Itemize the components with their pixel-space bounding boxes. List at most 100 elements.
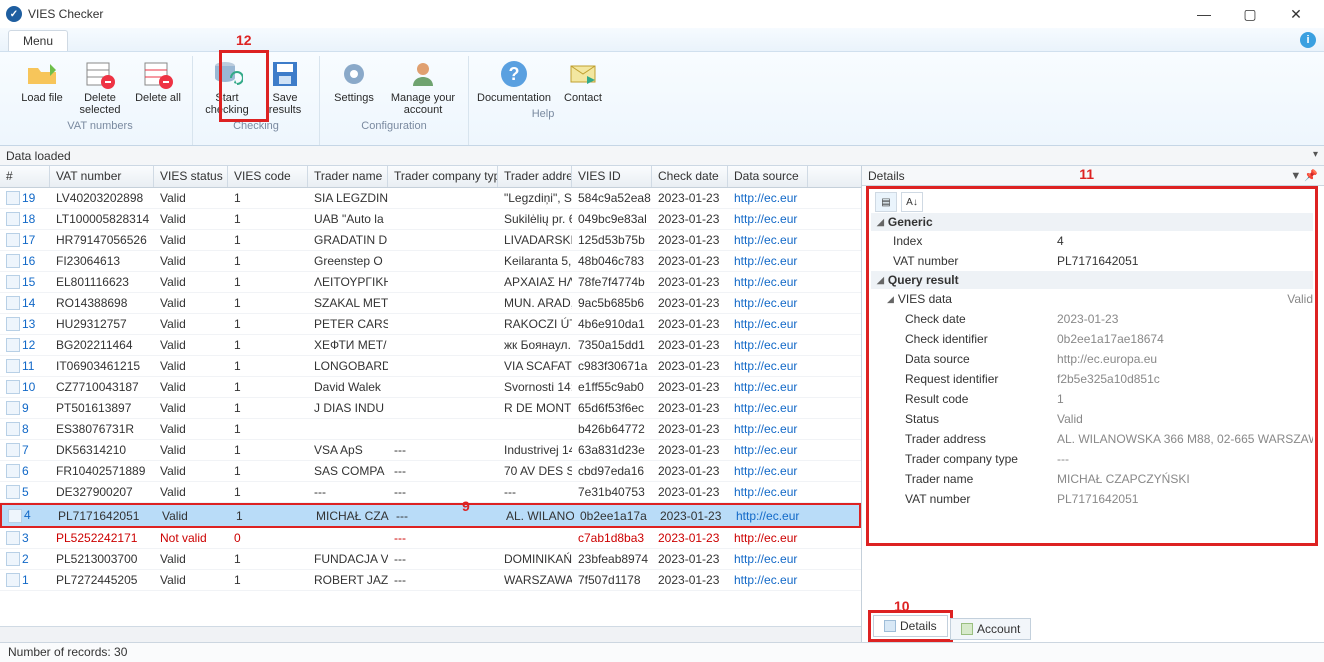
table-row[interactable]: 3PL5252242171Not valid0---c7ab1d8ba32023… <box>0 528 861 549</box>
table-row[interactable]: 9PT501613897Valid1J DIAS INDUR DE MONTE6… <box>0 398 861 419</box>
table-row[interactable]: 15EL801116623Valid1ΛΕΙΤΟΥΡΓΙΚΗΑΡΧΑΙΑΣ ΗΛ… <box>0 272 861 293</box>
prop-data-source: Data sourcehttp://ec.europa.eu <box>871 349 1313 369</box>
close-button[interactable]: ✕ <box>1282 6 1310 23</box>
grid-h-scrollbar[interactable] <box>0 626 861 642</box>
col-data-source[interactable]: Data source <box>728 166 808 187</box>
help-doc-icon: ? <box>498 58 530 90</box>
col-index[interactable]: # <box>0 166 50 187</box>
load-file-button[interactable]: Load file <box>14 56 70 118</box>
user-account-icon <box>407 58 439 90</box>
grid-body[interactable]: 19LV40203202898Valid1SIA LEGZDIN"Legzdiņ… <box>0 188 861 626</box>
table-row[interactable]: 1PL7272445205Valid1ROBERT JAZ---WARSZAWA… <box>0 570 861 591</box>
database-refresh-icon <box>211 58 243 90</box>
contact-button[interactable]: Contact <box>555 56 611 106</box>
ribbon-group-configuration: Settings Manage your account Configurati… <box>320 56 469 145</box>
prop-check-date: Check date2023-01-23 <box>871 309 1313 329</box>
table-row[interactable]: 7DK56314210Valid1VSA ApS---Industrivej 1… <box>0 440 861 461</box>
account-tab-wrap: Account <box>948 616 1033 642</box>
floppy-save-icon <box>269 58 301 90</box>
footer: Number of records: 30 <box>0 642 1324 662</box>
table-row[interactable]: 12BG202211464Valid1ХЕФТИ МЕТ/жк Боянаул.… <box>0 335 861 356</box>
col-vies-status[interactable]: VIES status <box>154 166 228 187</box>
prop-index: Index4 <box>871 231 1313 251</box>
menu-tab[interactable]: Menu <box>8 30 68 51</box>
prop-vat-number: VAT numberPL7171642051 <box>871 489 1313 509</box>
col-vies-code[interactable]: VIES code <box>228 166 308 187</box>
options-dropdown-icon[interactable]: ▾ <box>1313 149 1318 160</box>
tab-details[interactable]: Details <box>873 615 948 637</box>
results-grid: # VAT number VIES status VIES code Trade… <box>0 166 862 642</box>
property-grid: ▤ A↓ ◢Generic Index4 VAT numberPL7171642… <box>866 186 1318 546</box>
settings-button[interactable]: Settings <box>326 56 382 118</box>
prop-vatnumber: VAT numberPL7171642051 <box>871 251 1313 271</box>
ribbon-group-vat: Load file Delete selected Delete all VAT… <box>8 56 193 145</box>
table-row[interactable]: 2PL5213003700Valid1FUNDACJA V---DOMINIKA… <box>0 549 861 570</box>
prop-vies-data[interactable]: ◢VIES dataValid <box>871 289 1313 309</box>
prop-check-identifier: Check identifier0b2ee1a17ae18674 <box>871 329 1313 349</box>
details-header: Details ▼ 📌 <box>862 166 1324 186</box>
prop-request-identifier: Request identifierf2b5e325a10d851c <box>871 369 1313 389</box>
window-controls: — ▢ ✕ <box>1190 6 1318 23</box>
table-row[interactable]: 13HU29312757Valid1PETER CARSRAKOCZI ÚT4b… <box>0 314 861 335</box>
table-row[interactable]: 14RO14388698Valid1SZAKAL METMUN. ARAD,9a… <box>0 293 861 314</box>
grid-header: # VAT number VIES status VIES code Trade… <box>0 166 861 188</box>
table-row[interactable]: 10CZ7710043187Valid1David WalekSvornosti… <box>0 377 861 398</box>
table-row[interactable]: 16FI23064613Valid1Greenstep OKeilaranta … <box>0 251 861 272</box>
tab-account[interactable]: Account <box>950 618 1031 640</box>
table-row[interactable]: 11IT06903461215Valid1LONGOBARDVIA SCAFAT… <box>0 356 861 377</box>
prop-status: StatusValid <box>871 409 1313 429</box>
col-company-type[interactable]: Trader company type <box>388 166 498 187</box>
alpha-sort-icon[interactable]: A↓ <box>901 192 923 212</box>
table-row[interactable]: 17HR79147056526Valid1GRADATIN DLIVADARSK… <box>0 230 861 251</box>
details-pane: Details ▼ 📌 ▤ A↓ ◢Generic Index4 VAT num… <box>862 166 1324 642</box>
status-text: Data loaded <box>6 149 71 163</box>
col-check-date[interactable]: Check date <box>652 166 728 187</box>
table-row[interactable]: 4PL7171642051Valid1MICHAŁ CZA---AL. WILA… <box>0 503 861 528</box>
window-title: VIES Checker <box>28 7 1190 21</box>
col-vies-id[interactable]: VIES ID <box>572 166 652 187</box>
gear-icon <box>338 58 370 90</box>
col-trader-name[interactable]: Trader name <box>308 166 388 187</box>
delete-all-button[interactable]: Delete all <box>130 56 186 118</box>
menu-strip: Menu i <box>0 28 1324 52</box>
category-query-result[interactable]: ◢Query result <box>871 271 1313 289</box>
category-generic[interactable]: ◢Generic <box>871 213 1313 231</box>
pin-icon[interactable]: 📌 <box>1301 169 1318 182</box>
table-delete-row-icon <box>84 58 116 90</box>
col-vat-number[interactable]: VAT number <box>50 166 154 187</box>
start-checking-button[interactable]: Start checking <box>199 56 255 118</box>
categorized-view-icon[interactable]: ▤ <box>875 192 897 212</box>
account-tab-icon <box>961 623 973 635</box>
table-delete-all-icon <box>142 58 174 90</box>
prop-trader-address: Trader addressAL. WILANOWSKA 366 M88, 02… <box>871 429 1313 449</box>
documentation-button[interactable]: ? Documentation <box>475 56 553 106</box>
table-row[interactable]: 8ES38076731RValid1b426b647722023-01-23ht… <box>0 419 861 440</box>
maximize-button[interactable]: ▢ <box>1236 6 1264 23</box>
save-results-button[interactable]: Save results <box>257 56 313 118</box>
details-bottom-tabs: Details <box>868 610 953 642</box>
titlebar: ✓ VIES Checker — ▢ ✕ <box>0 0 1324 28</box>
prop-trader-name: Trader nameMICHAŁ CZAPCZYŃSKI <box>871 469 1313 489</box>
table-row[interactable]: 19LV40203202898Valid1SIA LEGZDIN"Legzdiņ… <box>0 188 861 209</box>
prop-result-code: Result code1 <box>871 389 1313 409</box>
table-row[interactable]: 5DE327900207Valid1---------7e31b40753202… <box>0 482 861 503</box>
details-tab-icon <box>884 620 896 632</box>
status-line: Data loaded ▾ <box>0 146 1324 166</box>
table-row[interactable]: 6FR10402571889Valid1SAS COMPA---70 AV DE… <box>0 461 861 482</box>
folder-open-icon <box>26 58 58 90</box>
ribbon-group-checking: Start checking Save results Checking <box>193 56 320 145</box>
dropdown-icon[interactable]: ▼ <box>1290 170 1301 182</box>
col-trader-address[interactable]: Trader address <box>498 166 572 187</box>
delete-selected-button[interactable]: Delete selected <box>72 56 128 118</box>
info-icon[interactable]: i <box>1300 32 1316 48</box>
mail-icon <box>567 58 599 90</box>
record-count: Number of records: 30 <box>8 645 127 659</box>
ribbon-group-help: ? Documentation Contact Help <box>469 56 617 145</box>
ribbon: Load file Delete selected Delete all VAT… <box>0 52 1324 146</box>
app-icon: ✓ <box>6 6 22 22</box>
propgrid-toolbar: ▤ A↓ <box>871 191 1313 213</box>
prop-trader-company-type: Trader company type--- <box>871 449 1313 469</box>
minimize-button[interactable]: — <box>1190 6 1218 23</box>
manage-account-button[interactable]: Manage your account <box>384 56 462 118</box>
table-row[interactable]: 18LT100005828314Valid1UAB "Auto laSukilė… <box>0 209 861 230</box>
